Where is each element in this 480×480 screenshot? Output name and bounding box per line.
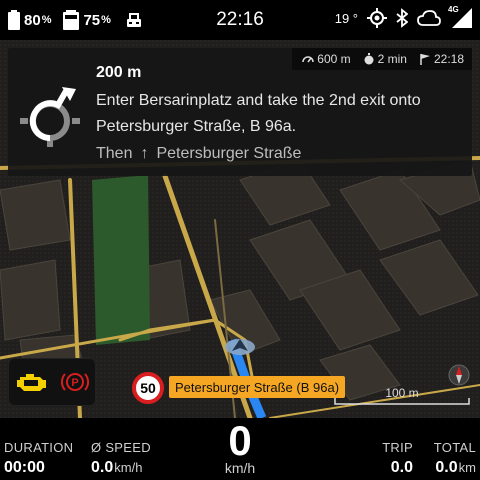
car-icon [126,13,141,27]
avg-speed-label: Ø SPEED [91,440,151,455]
phone-battery-value: 75 [83,11,101,29]
battery-value: 80 [24,11,41,29]
phone-battery-icon [63,10,80,30]
total-label: TOTAL [433,440,476,455]
current-street-label: Petersburger Straße (B 96a) [169,376,346,398]
duration-metric: DURATION 00:00 [4,440,73,477]
eta-time-value: 2 min [377,52,407,66]
eta-arrival: 22:18 [419,52,464,66]
signal-status: 4G [448,5,472,28]
engine-check-icon [16,374,46,391]
maneuver-distance: 200 m [96,64,142,81]
duration-label: DURATION [4,440,74,455]
navigation-card[interactable]: 600 m 2 min 22:18 200 m Enter Bersarinpl… [8,48,472,176]
battery-icon [8,10,20,30]
total-value: 0.0 [435,459,458,476]
next-maneuver: Then ↑ Petersburger Straße [96,145,301,163]
park [92,175,150,345]
parking-brake-icon: P [60,373,89,391]
eta-distance-value: 600 m [317,52,351,66]
temperature: 19 ° [334,10,358,26]
compass-icon[interactable] [448,364,470,386]
avg-speed-metric: Ø SPEED 0.0km/h [91,440,151,477]
battery-status: 80 % [8,10,51,30]
total-metric: TOTAL 0.0km [426,440,476,477]
avg-speed-unit: km/h [114,460,143,475]
status-right: 19 ° 4G [334,5,472,28]
bluetooth-icon [396,8,408,28]
avg-speed-value: 0.0 [91,459,114,476]
then-street: Petersburger Straße [156,145,302,162]
phone-battery-status: 75 % [63,10,111,30]
total-unit: km [458,460,476,475]
cloud-icon [417,10,441,26]
eta-box: 600 m 2 min 22:18 [292,48,472,70]
flag-icon [420,54,430,65]
then-arrow-icon: ↑ [140,145,149,162]
maneuver-instruction: Enter Bersarinplatz and take the 2nd exi… [96,92,421,135]
then-label: Then [96,145,133,162]
signal-label: 4G [448,5,459,14]
trip-value: 0.0 [390,459,413,476]
status-left: 80 % 75 % [0,10,143,30]
svg-text:P: P [71,377,78,389]
map-scale: 100 m [334,384,470,406]
roundabout-icon [20,87,80,147]
trip-bar: DURATION 00:00 Ø SPEED 0.0km/h TRIP 0.0 … [0,418,480,480]
position-marker [225,339,255,355]
battery-unit: % [41,14,52,26]
eta-distance: 600 m [302,52,351,66]
warning-lights-panel: P [8,358,96,406]
duration-value: 00:00 [4,459,45,476]
status-bar: 80 % 75 % 22:16 19 ° 4G [0,0,480,40]
trip-label: TRIP [382,440,413,455]
timer-icon [364,53,374,65]
phone-battery-unit: % [101,14,111,26]
gps-icon [367,8,387,28]
eta-arrival-value: 22:18 [433,52,464,66]
speed-limit-sign: 50 [132,372,164,404]
scale-bar [334,398,470,405]
trip-metric: TRIP 0.0 [381,440,413,477]
speedometer-icon [302,56,315,63]
eta-time: 2 min [363,52,407,66]
